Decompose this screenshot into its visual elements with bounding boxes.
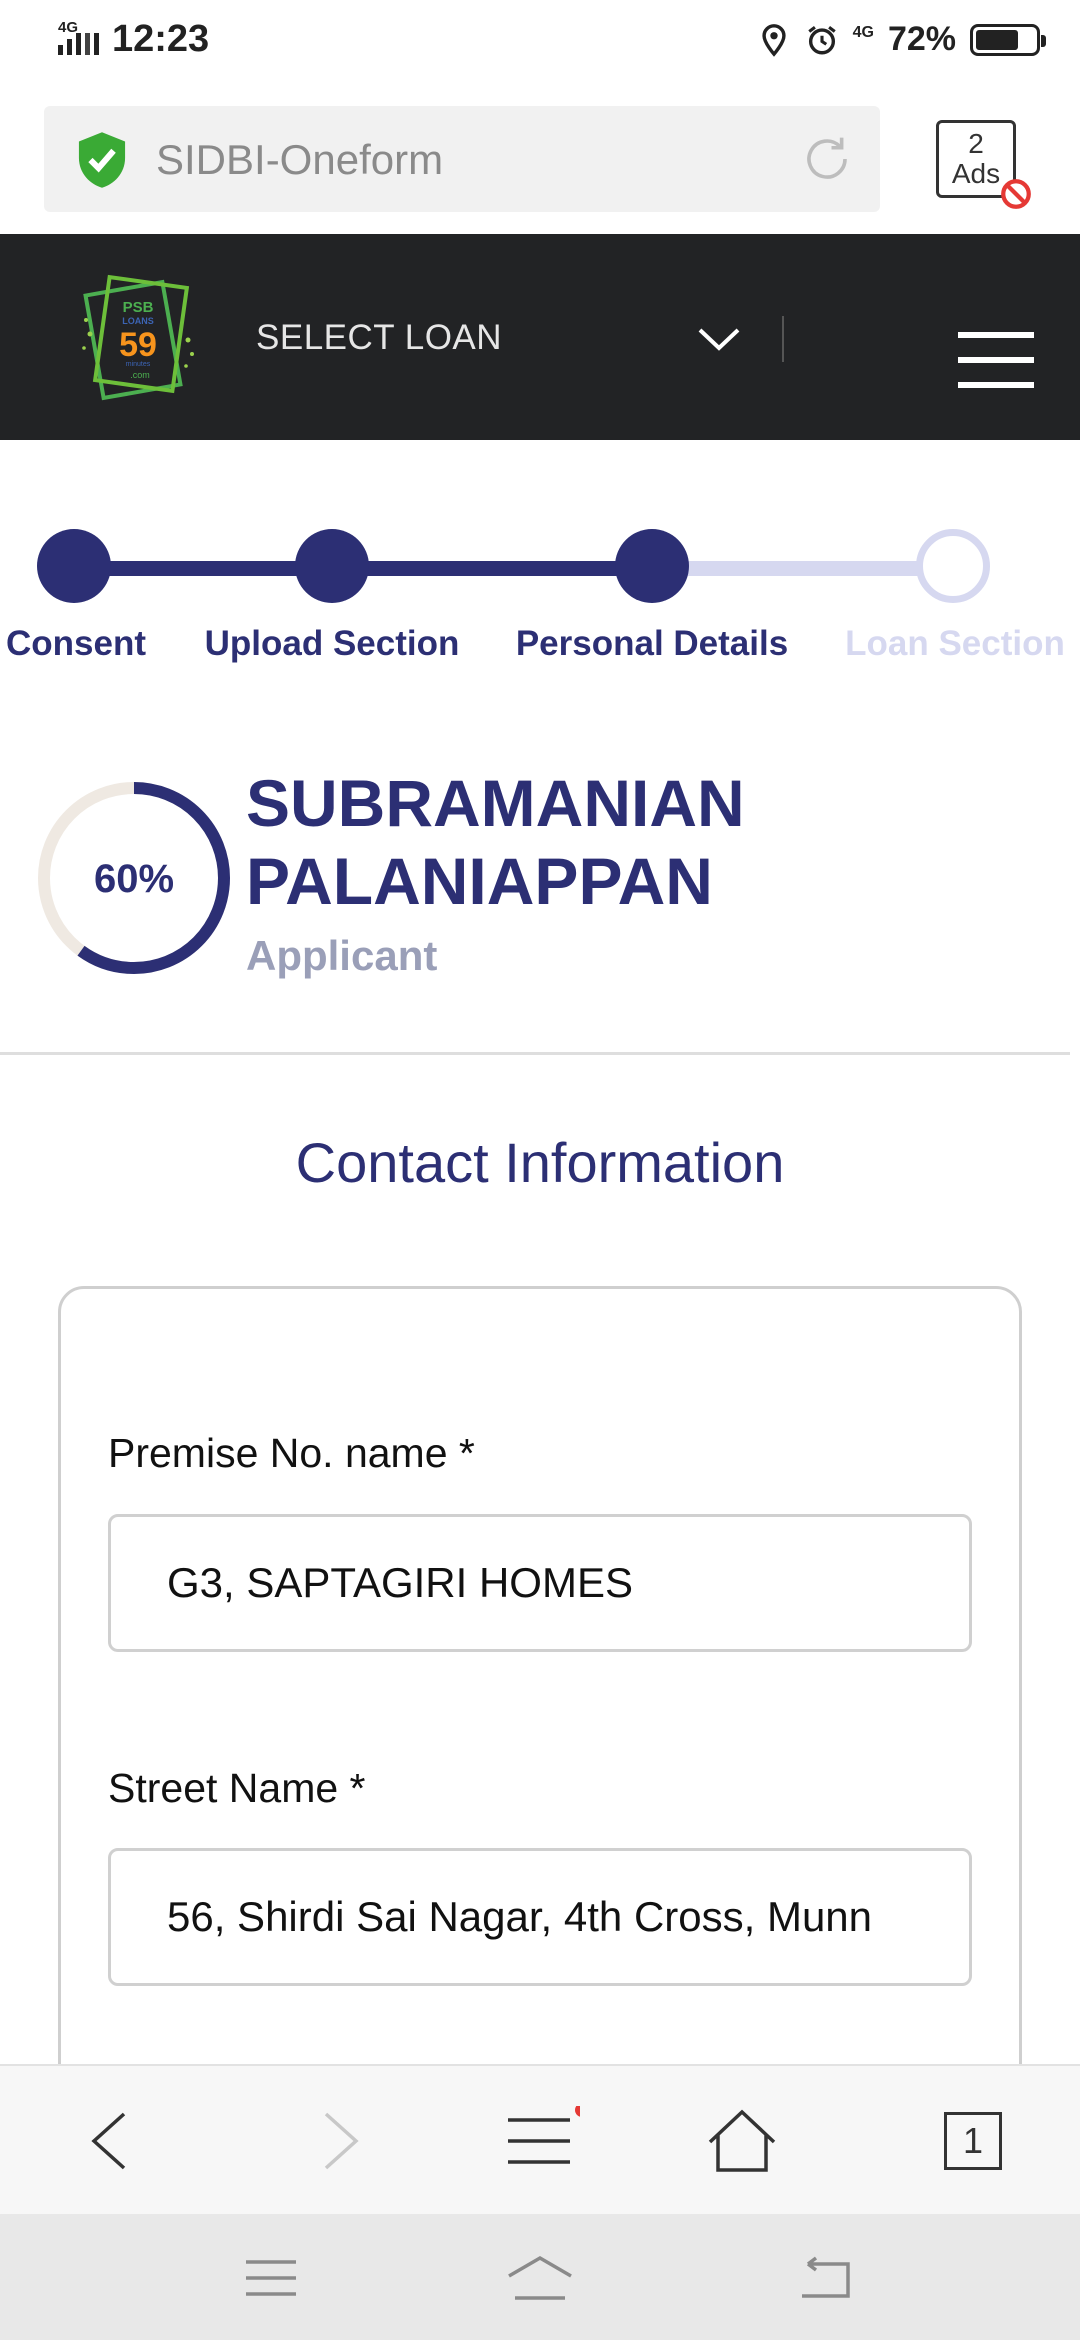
street-input[interactable]: 56, Shirdi Sai Nagar, 4th Cross, Munn (108, 1848, 972, 1986)
psb-loans-logo[interactable]: PSB LOANS 59 minutes .com (80, 270, 196, 404)
recent-apps-icon[interactable] (236, 2252, 306, 2304)
logo-psb: PSB (123, 299, 154, 316)
step-connector (332, 561, 652, 576)
system-home-icon[interactable] (505, 2252, 575, 2304)
battery-percent: 72% (887, 20, 956, 58)
network-type: 4G (58, 18, 79, 36)
hamburger-menu-icon[interactable] (958, 332, 1034, 388)
signal-icon: 4G (58, 19, 106, 61)
system-navigation-bar (0, 2214, 1080, 2340)
chevron-down-icon[interactable] (694, 322, 744, 356)
logo-loans: LOANS (122, 316, 154, 326)
alarm-icon (807, 25, 836, 54)
profile-progress-label: 60% (93, 857, 175, 901)
menu-icon[interactable] (500, 2106, 580, 2176)
system-back-icon[interactable] (790, 2252, 860, 2304)
battery-icon (970, 23, 1046, 56)
status-bar: 4G 12:23 4G 72% (0, 0, 1080, 88)
forward-icon[interactable] (300, 2106, 380, 2176)
step-dot-consent[interactable] (37, 529, 111, 603)
step-connector (74, 561, 332, 576)
select-loan-dropdown[interactable]: SELECT LOAN (256, 318, 502, 358)
logo-number: 59 (119, 326, 157, 364)
step-dot-personal[interactable] (615, 529, 689, 603)
ad-block-button[interactable]: 2 Ads (936, 120, 1031, 209)
premise-input[interactable]: G3, SAPTAGIRI HOMES (108, 1514, 972, 1652)
step-label-personal[interactable]: Personal Details (516, 624, 788, 664)
site-header: PSB LOANS 59 minutes .com SELECT LOAN (0, 234, 1080, 440)
progress-stepper: Consent Upload Section Personal Details … (0, 520, 1080, 680)
section-title: Contact Information (295, 1131, 785, 1194)
step-dot-upload[interactable] (295, 529, 369, 603)
shield-check-icon (78, 132, 126, 188)
reload-icon[interactable] (800, 132, 854, 186)
step-connector (652, 561, 952, 576)
street-label: Street Name * (108, 1765, 366, 1811)
tabs-icon[interactable]: 1 (944, 2112, 1002, 2170)
step-label-consent[interactable]: Consent (6, 624, 146, 664)
step-label-upload[interactable]: Upload Section (205, 624, 460, 664)
ad-block-icon (1001, 179, 1031, 209)
location-icon (761, 23, 786, 57)
url-text[interactable]: SIDBI-Oneform (156, 136, 443, 184)
network-type-right: 4G (852, 23, 874, 41)
back-icon[interactable] (68, 2106, 148, 2176)
applicant-name: SUBRAMANIAN PALANIAPPAN (246, 764, 745, 920)
logo-minutes: minutes (126, 361, 151, 368)
ads-count: 2 (968, 128, 984, 159)
step-dot-loan[interactable] (916, 529, 990, 603)
status-time: 12:23 (112, 18, 210, 60)
applicant-last-name: PALANIAPPAN (246, 844, 713, 918)
address-bar[interactable]: SIDBI-Oneform (44, 106, 880, 212)
applicant-role: Applicant (246, 932, 438, 979)
applicant-first-name: SUBRAMANIAN (246, 766, 745, 840)
section-divider (0, 1052, 1070, 1055)
step-label-loan[interactable]: Loan Section (845, 624, 1065, 664)
header-divider (782, 316, 784, 362)
logo-domain: .com (130, 370, 150, 380)
home-icon[interactable] (702, 2106, 782, 2176)
premise-label: Premise No. name * (108, 1430, 475, 1476)
browser-toolbar: 1 (0, 2064, 1080, 2214)
